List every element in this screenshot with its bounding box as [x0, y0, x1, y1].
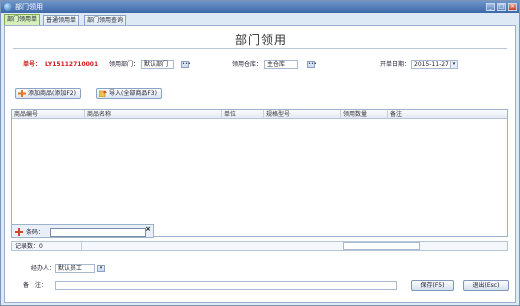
maximize-icon[interactable]: □ [497, 3, 506, 11]
remark-label: 备 注： [23, 282, 48, 289]
tab-requisition-query[interactable]: 部门领用查询 [84, 15, 127, 25]
handler-label: 经办人： [31, 265, 56, 272]
barcode-label: 条码： [26, 229, 45, 236]
minimize-icon[interactable]: _ [486, 3, 495, 11]
import-label: 导入(全部商品F3) [109, 90, 157, 97]
col-item-name[interactable]: 商品名称 [85, 110, 222, 119]
title-divider [13, 48, 507, 49]
date-picker[interactable]: 2015-11-27 ▾ [411, 60, 458, 69]
window-title: 部门领用 [15, 3, 43, 11]
order-number-label: 单号： [23, 61, 42, 68]
record-count: 记录数：0 [15, 243, 43, 250]
record-status-bar: 记录数：0 [11, 241, 508, 251]
col-quantity[interactable]: 领用数量 [341, 110, 388, 119]
handler-field[interactable]: 默认员工 [55, 264, 95, 273]
date-label: 开单日期： [380, 61, 411, 68]
date-value: 2015-11-27 [414, 61, 449, 68]
app-window: 部门领用 _ □ × 部门领用单 普通领用单 部门领用查询 部门领用 单号： L… [0, 0, 520, 306]
warehouse-field[interactable]: 主仓库 [264, 60, 298, 69]
col-remark[interactable]: 备注 [388, 110, 507, 119]
exit-button[interactable]: 退出(Esc) [463, 280, 509, 291]
warehouse-label: 领用仓库： [232, 61, 263, 68]
status-field [343, 242, 420, 250]
page-title: 部门领用 [234, 33, 287, 47]
dept-value: 默认部门 [144, 61, 169, 68]
title-bar: 部门领用 _ □ × [1, 1, 519, 13]
barcode-input[interactable] [50, 228, 146, 237]
add-item-icon [18, 90, 26, 97]
close-icon[interactable]: × [508, 3, 517, 11]
add-item-button[interactable]: 添加商品(添加F2) [15, 88, 81, 99]
col-unit[interactable]: 单位 [222, 110, 264, 119]
app-logo-icon [4, 3, 12, 11]
order-number-value: LY15112710001 [45, 61, 99, 68]
warehouse-picker-button[interactable]: ••• [307, 61, 317, 68]
warehouse-value: 主仓库 [267, 61, 286, 68]
tab-dept-requisition[interactable]: 部门领用单 [4, 14, 41, 25]
items-table[interactable]: 商品编号 商品名称 单位 规格型号 领用数量 备注 [11, 109, 508, 237]
handler-value: 默认员工 [58, 265, 83, 272]
table-header: 商品编号 商品名称 单位 规格型号 领用数量 备注 [12, 110, 507, 119]
barcode-scan-box: 条码： × [11, 224, 154, 238]
save-button[interactable]: 保存(F5) [411, 280, 454, 291]
dept-label: 领用部门： [109, 61, 140, 68]
scan-close-icon[interactable]: × [145, 226, 151, 233]
tab-normal-requisition[interactable]: 普通领用单 [43, 15, 80, 25]
import-items-button[interactable]: 导入(全部商品F3) [96, 88, 162, 99]
barcode-add-icon [15, 228, 23, 236]
dept-picker-button[interactable]: ••• [181, 61, 191, 68]
add-item-label: 添加商品(添加F2) [28, 90, 76, 97]
col-item-code[interactable]: 商品编号 [12, 110, 85, 119]
status-divider [81, 242, 82, 250]
dept-field[interactable]: 默认部门 [141, 60, 174, 69]
import-icon [99, 90, 107, 97]
handler-dropdown-button[interactable]: ▾ [97, 265, 105, 272]
chevron-down-icon[interactable]: ▾ [450, 61, 457, 68]
remark-input[interactable] [55, 281, 397, 290]
col-spec-model[interactable]: 规格型号 [264, 110, 341, 119]
